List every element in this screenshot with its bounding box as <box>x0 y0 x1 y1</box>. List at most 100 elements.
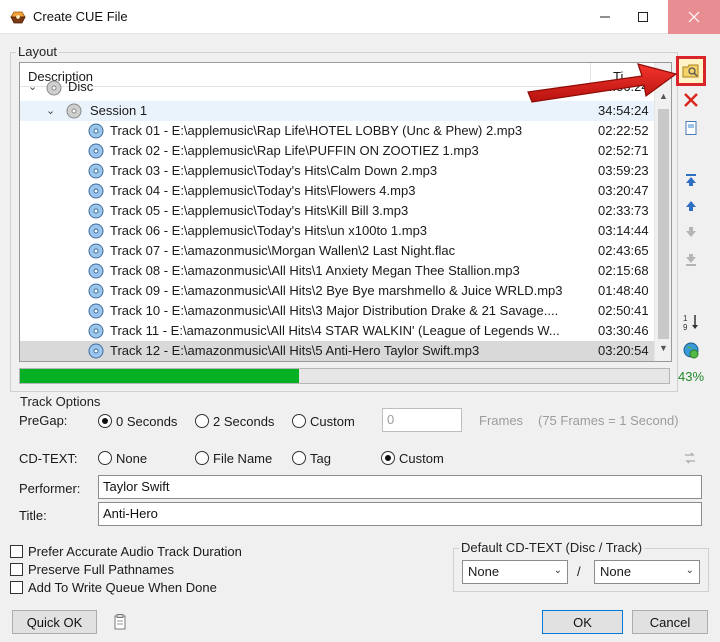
tree-row-label: Session 1 <box>90 103 148 118</box>
pregap-0-seconds-radio[interactable]: 0 Seconds <box>98 412 177 430</box>
radio-icon <box>195 414 209 428</box>
pregap-2-seconds-radio[interactable]: 2 Seconds <box>195 412 274 430</box>
arrow-up-icon <box>686 201 696 211</box>
checkbox-label: Preserve Full Pathnames <box>28 561 174 577</box>
radio-icon <box>195 451 209 465</box>
tree-row-label: Track 04 - E:\applemusic\Today's Hits\Fl… <box>110 183 416 198</box>
cdtext-filename-radio[interactable]: File Name <box>195 449 272 467</box>
performer-label: Performer: <box>19 481 81 496</box>
tree-row-track[interactable]: Track 01 - E:\applemusic\Rap Life\HOTEL … <box>20 121 654 141</box>
move-bottom-button[interactable] <box>679 248 703 272</box>
pregap-frames-input[interactable]: 0 <box>382 408 462 432</box>
tree-row-track[interactable]: Track 06 - E:\applemusic\Today's Hits\un… <box>20 221 654 241</box>
move-down-button[interactable] <box>679 220 703 244</box>
tree-row-label: Track 07 - E:\amazonmusic\Morgan Wallen\… <box>110 243 456 258</box>
minimize-icon <box>600 16 610 18</box>
audio-track-icon <box>88 343 104 359</box>
audio-track-icon <box>88 203 104 219</box>
tree-row-track[interactable]: Track 03 - E:\applemusic\Today's Hits\Ca… <box>20 161 654 181</box>
radio-label: 2 Seconds <box>213 413 275 429</box>
chevron-down-icon[interactable]: ⌄ <box>46 104 55 117</box>
close-button[interactable] <box>668 0 720 34</box>
tree-row-track[interactable]: Track 04 - E:\applemusic\Today's Hits\Fl… <box>20 181 654 201</box>
tree-row-track[interactable]: Track 02 - E:\applemusic\Rap Life\PUFFIN… <box>20 141 654 161</box>
properties-icon <box>685 121 697 135</box>
cancel-button[interactable]: Cancel <box>632 610 708 634</box>
chevron-down-icon[interactable]: ⌄ <box>28 80 37 93</box>
audio-track-icon <box>88 283 104 299</box>
radio-label: None <box>116 450 148 466</box>
move-top-button[interactable] <box>679 168 703 192</box>
sort-numeric-icon: 19 <box>683 314 698 331</box>
tree-row-label: Track 06 - E:\applemusic\Today's Hits\un… <box>110 223 428 238</box>
checkbox-label: Add To Write Queue When Done <box>28 579 217 595</box>
select-value: None <box>600 564 632 579</box>
radio-selected-icon <box>381 451 395 465</box>
audio-track-icon <box>88 143 104 159</box>
session-disc-icon <box>66 103 82 119</box>
tree-row-time: 02:43:65 <box>598 243 649 258</box>
tree-row-track[interactable]: Track 10 - E:\amazonmusic\All Hits\3 Maj… <box>20 301 654 321</box>
sort-button[interactable]: 19 <box>679 310 703 334</box>
audio-track-icon <box>88 183 104 199</box>
preserve-full-pathnames-checkbox[interactable]: Preserve Full Pathnames <box>10 560 174 578</box>
clipboard-button[interactable] <box>108 610 132 634</box>
scroll-thumb[interactable] <box>658 109 669 339</box>
prefer-accurate-duration-checkbox[interactable]: Prefer Accurate Audio Track Duration <box>10 542 242 560</box>
frames-label: Frames <box>479 413 524 428</box>
audio-track-icon <box>88 163 104 179</box>
cd-text-globe-button[interactable] <box>679 338 703 362</box>
tree-row-time: 02:52:71 <box>598 143 649 158</box>
progress-bar <box>19 368 670 384</box>
title-input[interactable]: Anti-Hero <box>98 502 702 526</box>
move-to-bottom-icon <box>686 254 696 266</box>
tree-row-time: 01:48:40 <box>598 283 649 298</box>
cdtext-tag-radio[interactable]: Tag <box>292 449 331 467</box>
tree-row-label: Track 09 - E:\amazonmusic\All Hits\2 Bye… <box>110 283 563 298</box>
radio-label: File Name <box>213 450 273 466</box>
tree-row-label: Track 12 - E:\amazonmusic\All Hits\5 Ant… <box>110 343 480 358</box>
track-options-group-label: Track Options <box>18 394 103 409</box>
remove-button[interactable] <box>679 88 703 112</box>
chevron-down-icon: ⌄ <box>553 565 562 576</box>
tree-row-track[interactable]: Track 05 - E:\applemusic\Today's Hits\Ki… <box>20 201 654 221</box>
radio-icon <box>98 451 112 465</box>
radio-label: 0 Seconds <box>116 413 178 429</box>
tree-row-track[interactable]: Track 12 - E:\amazonmusic\All Hits\5 Ant… <box>20 341 654 361</box>
quick-ok-button[interactable]: Quick OK <box>12 610 97 634</box>
default-disc-cdtext-select[interactable]: None ⌄ <box>462 560 568 584</box>
default-track-cdtext-select[interactable]: None ⌄ <box>594 560 700 584</box>
audio-track-icon <box>88 223 104 239</box>
tree-row-time: 03:30:46 <box>598 323 649 338</box>
tree-row-time: 03:20:54 <box>598 343 649 358</box>
ok-button[interactable]: OK <box>542 610 623 634</box>
audio-track-icon <box>88 263 104 279</box>
properties-button[interactable] <box>679 116 703 140</box>
cdtext-swap-button[interactable] <box>678 446 702 470</box>
audio-track-icon <box>88 243 104 259</box>
tree-row-track[interactable]: Track 07 - E:\amazonmusic\Morgan Wallen\… <box>20 241 654 261</box>
tree-row-label: Track 03 - E:\applemusic\Today's Hits\Ca… <box>110 163 438 178</box>
app-icon <box>10 11 26 24</box>
pregap-custom-radio[interactable]: Custom <box>292 412 355 430</box>
browse-cue-button[interactable] <box>676 56 706 86</box>
progress-fill <box>20 369 300 383</box>
scroll-down-icon[interactable]: ▼ <box>655 343 671 359</box>
tree-row-track[interactable]: Track 09 - E:\amazonmusic\All Hits\2 Bye… <box>20 281 654 301</box>
pregap-label: PreGap: <box>19 413 68 428</box>
arrow-down-icon <box>686 227 696 237</box>
add-to-write-queue-checkbox[interactable]: Add To Write Queue When Done <box>10 578 217 596</box>
svg-text:9: 9 <box>683 323 688 331</box>
maximize-button[interactable] <box>620 0 666 34</box>
close-icon <box>688 11 700 23</box>
cdtext-none-radio[interactable]: None <box>98 449 147 467</box>
tree-row-track[interactable]: Track 11 - E:\amazonmusic\All Hits\4 STA… <box>20 321 654 341</box>
tree-row-time: 02:22:52 <box>598 123 649 138</box>
cdtext-custom-radio[interactable]: Custom <box>381 449 444 467</box>
globe-icon <box>683 342 699 359</box>
tree-row-track[interactable]: Track 08 - E:\amazonmusic\All Hits\1 Anx… <box>20 261 654 281</box>
performer-input[interactable]: Taylor Swift <box>98 475 702 499</box>
move-up-button[interactable] <box>679 194 703 218</box>
radio-selected-icon <box>98 414 112 428</box>
cdtext-label: CD-TEXT: <box>19 451 78 466</box>
